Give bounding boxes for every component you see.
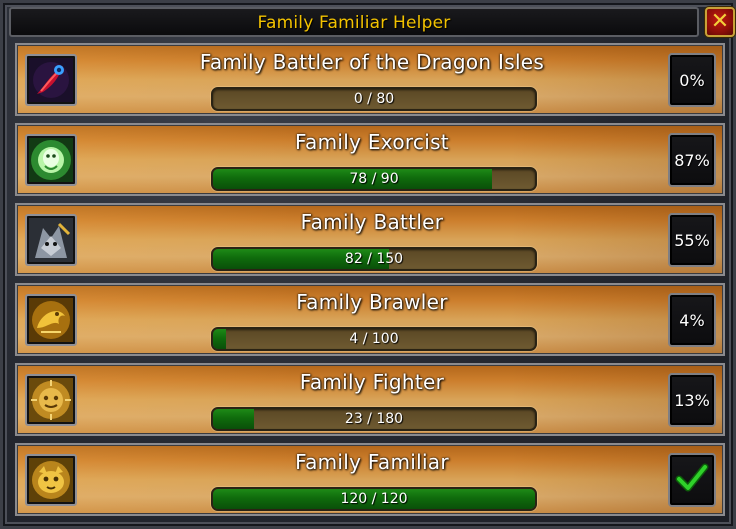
percent-text: 13% — [674, 390, 710, 410]
progress-text: 0 / 80 — [353, 91, 395, 107]
percent-text: 55% — [674, 230, 710, 250]
progress-bar: 78 / 90 — [211, 167, 537, 191]
percent-text: 4% — [679, 310, 705, 330]
progress-bar: 120 / 120 — [211, 487, 537, 511]
percent-badge: 87% — [668, 133, 716, 187]
achievement-name: Family Battler of the Dragon Isles — [199, 50, 545, 74]
progress-bar: 0 / 80 — [211, 87, 537, 111]
completed-badge — [668, 453, 716, 507]
achievement-name: Family Exorcist — [295, 130, 449, 154]
achievement-row[interactable]: Family Battler of the Dragon Isles 0 / 8… — [15, 43, 725, 116]
close-x-icon: ✕ — [710, 9, 730, 34]
percent-badge: 4% — [668, 293, 716, 347]
progress-text: 82 / 150 — [344, 251, 404, 267]
checkmark-icon — [675, 461, 709, 499]
battle-wolf-icon — [25, 214, 77, 266]
progress-text: 120 / 120 — [340, 491, 408, 507]
achievement-row[interactable]: Family Battler 82 / 150 55% — [15, 203, 725, 276]
achievement-row[interactable]: Family Brawler 4 / 100 4% — [15, 283, 725, 356]
percent-text: 87% — [674, 150, 710, 170]
helper-window: Family Familiar Helper ✕ Family Battler … — [0, 0, 736, 529]
golden-sun-face-icon — [25, 374, 77, 426]
percent-badge: 0% — [668, 53, 716, 107]
percent-badge: 55% — [668, 213, 716, 267]
achievement-name: Family Brawler — [296, 290, 448, 314]
spirit-ghost-icon — [25, 134, 77, 186]
percent-badge: 13% — [668, 373, 716, 427]
achievement-row[interactable]: Family Fighter 23 / 180 13% — [15, 363, 725, 436]
progress-bar: 82 / 150 — [211, 247, 537, 271]
achievement-name: Family Fighter — [299, 370, 445, 394]
window-title: Family Familiar Helper — [257, 13, 451, 33]
achievement-row[interactable]: Family Familiar 120 / 120 — [15, 443, 725, 516]
golden-pet-icon — [25, 454, 77, 506]
title-bar[interactable]: Family Familiar Helper — [9, 7, 699, 37]
achievement-name: Family Battler — [300, 210, 444, 234]
golden-dragon-icon — [25, 294, 77, 346]
progress-text: 78 / 90 — [349, 171, 399, 187]
achievement-name: Family Familiar — [295, 450, 449, 474]
close-button[interactable]: ✕ — [705, 7, 735, 37]
achievement-row[interactable]: Family Exorcist 78 / 90 87% — [15, 123, 725, 196]
percent-text: 0% — [679, 70, 705, 90]
progress-bar: 4 / 100 — [211, 327, 537, 351]
phoenix-feather-icon — [25, 54, 77, 106]
progress-text: 23 / 180 — [344, 411, 404, 427]
progress-text: 4 / 100 — [349, 331, 399, 347]
progress-bar: 23 / 180 — [211, 407, 537, 431]
